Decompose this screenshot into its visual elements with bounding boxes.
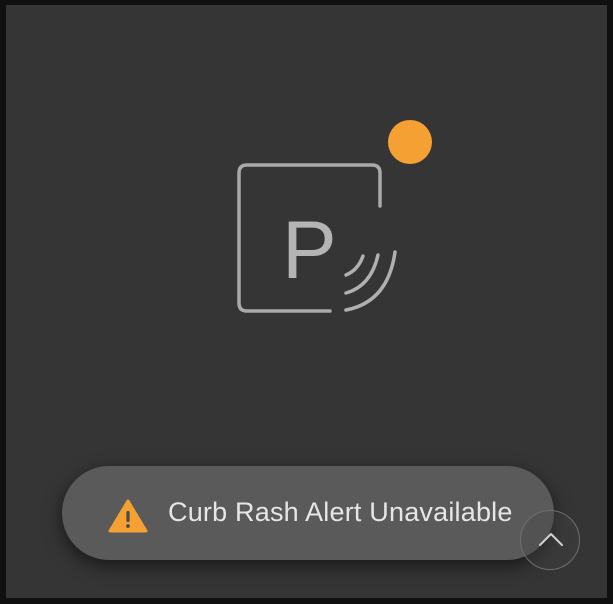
toast-message: Curb Rash Alert Unavailable [168, 497, 513, 527]
screen: P Curb Rash Alert Unavailable [0, 0, 613, 604]
parking-letter: P [282, 205, 337, 296]
warning-icon [108, 499, 148, 533]
expand-button[interactable] [520, 510, 580, 570]
alert-toast[interactable]: Curb Rash Alert Unavailable [62, 466, 554, 560]
parking-sensor-icon: P [230, 115, 440, 320]
